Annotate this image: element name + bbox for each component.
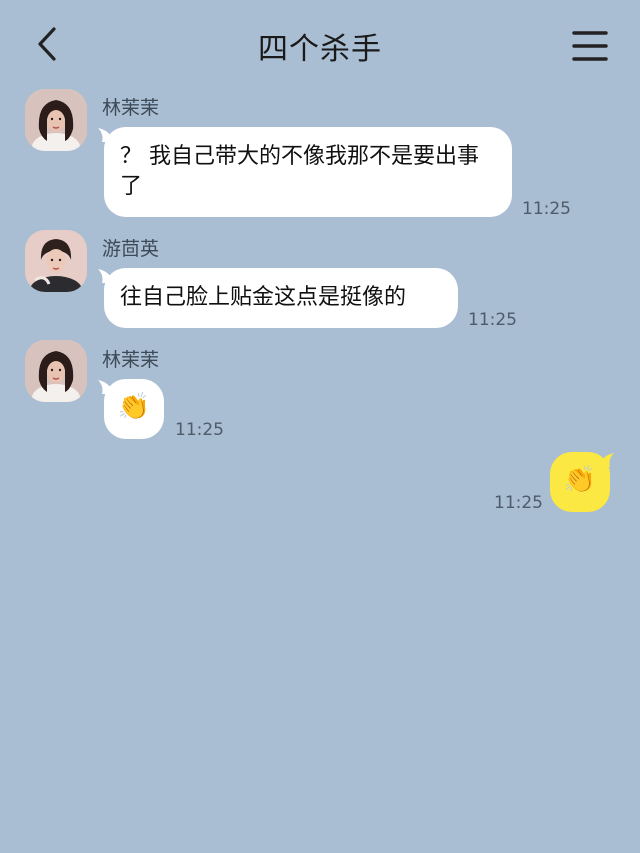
message-bubble[interactable]: 👏 [104,379,164,439]
message-bubble[interactable]: 👏 [550,452,610,512]
message-text: ？ 我自己带大的不像我那不是要出事了 [120,144,479,199]
message-bubble[interactable]: 往自己脸上贴金这点是挺像的 [104,268,458,328]
message-time: 11:25 [522,199,571,219]
clapping-hands-emoji: 👏 [563,465,597,495]
avatar[interactable] [25,340,87,402]
message-time: 11:25 [494,493,543,513]
chat-header: 四个杀手 [0,0,640,92]
avatar[interactable] [25,89,87,151]
avatar[interactable] [25,230,87,292]
page-title: 四个杀手 [258,32,382,67]
clapping-hands-emoji: 👏 [117,392,151,422]
hamburger-menu-icon [572,31,608,61]
sender-name: 林茉茉 [102,349,160,371]
message-time: 11:25 [468,310,517,330]
menu-button[interactable] [570,26,610,66]
message-time: 11:25 [175,420,224,440]
message-text: 往自己脸上贴金这点是挺像的 [120,285,407,310]
sender-name: 游茴英 [102,238,160,260]
sender-name: 林茉茉 [102,97,160,119]
message-bubble[interactable]: ？ 我自己带大的不像我那不是要出事了 [104,127,512,217]
